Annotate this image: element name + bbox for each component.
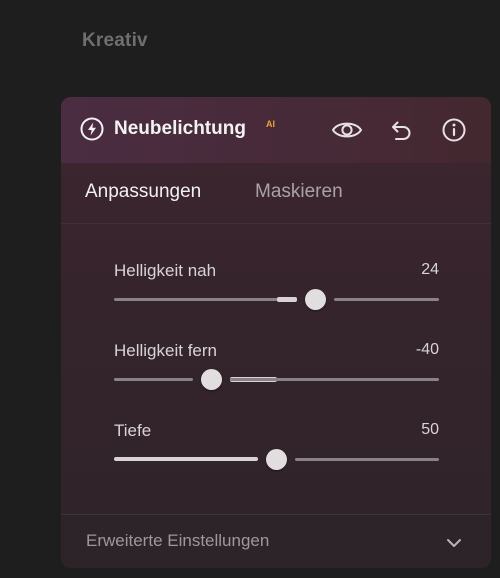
slider-track[interactable] — [114, 449, 439, 471]
slider-label: Helligkeit fern — [114, 341, 217, 360]
eye-icon[interactable] — [331, 116, 363, 144]
tab-bar: Anpassungen Maskieren — [61, 163, 491, 224]
slider-thumb[interactable] — [201, 369, 222, 390]
slider-label: Tiefe — [114, 421, 152, 440]
ai-badge: AI — [266, 119, 275, 129]
slider-helligkeit-nah: Helligkeit nah 24 — [114, 261, 439, 321]
track-right — [334, 298, 439, 301]
tab-maskieren[interactable]: Maskieren — [255, 181, 343, 203]
track-right — [230, 378, 439, 381]
advanced-settings-toggle[interactable]: Erweiterte Einstellungen — [61, 514, 491, 568]
slider-track[interactable] — [114, 289, 439, 311]
track-fill — [276, 297, 297, 302]
panel-header: Neubelichtung AI — [61, 97, 491, 163]
track-right — [295, 458, 439, 461]
slider-value[interactable]: 24 — [421, 261, 439, 279]
bolt-icon — [80, 117, 104, 141]
slider-value[interactable]: -40 — [416, 341, 439, 359]
track-left — [114, 298, 297, 301]
slider-thumb[interactable] — [305, 289, 326, 310]
slider-thumb[interactable] — [266, 449, 287, 470]
relight-panel: Neubelichtung AI Anpassungen Maskieren H… — [61, 97, 491, 568]
slider-helligkeit-fern: Helligkeit fern -40 — [114, 341, 439, 401]
section-title: Kreativ — [82, 30, 148, 51]
slider-tiefe: Tiefe 50 — [114, 421, 439, 481]
footer-label: Erweiterte Einstellungen — [86, 531, 270, 550]
track-left — [114, 457, 258, 461]
slider-value[interactable]: 50 — [421, 421, 439, 439]
chevron-down-icon — [447, 539, 461, 547]
undo-icon[interactable] — [386, 116, 414, 144]
slider-track[interactable] — [114, 369, 439, 391]
slider-label: Helligkeit nah — [114, 261, 217, 280]
tab-anpassungen[interactable]: Anpassungen — [85, 181, 201, 203]
info-icon[interactable] — [440, 116, 468, 144]
track-left — [114, 378, 193, 381]
panel-title: Neubelichtung — [114, 118, 246, 139]
